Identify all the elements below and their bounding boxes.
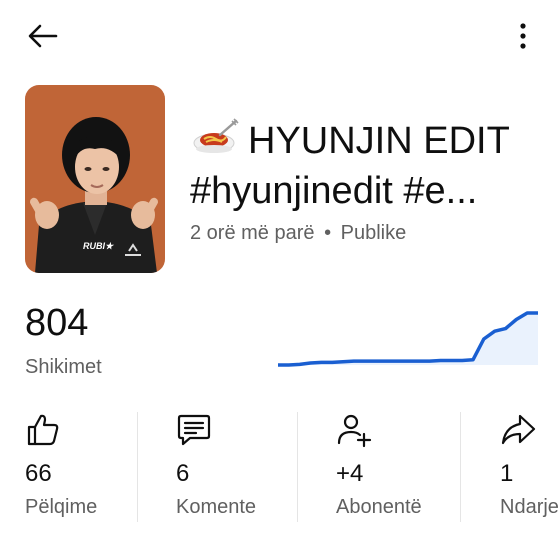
shares-count: 1 (500, 460, 514, 487)
thumbs-up-icon (27, 414, 59, 446)
meta-separator: • (324, 222, 332, 244)
visibility-status: Publike (340, 222, 407, 244)
thumbnail-image: RUBI★ (25, 85, 165, 273)
views-sparkline (278, 311, 538, 367)
stat-comments[interactable]: 6 Komente (176, 400, 336, 530)
subscribers-count: +4 (336, 460, 364, 487)
sparkline-area (278, 313, 538, 365)
views-label: Shikimet (25, 356, 102, 378)
spaghetti-emoji (193, 118, 239, 153)
arrow-left-icon (28, 24, 58, 48)
likes-label: Pëlqime (25, 496, 98, 518)
time-ago: 2 orë më parë (190, 222, 315, 244)
stat-divider (460, 412, 461, 522)
add-person-icon (337, 414, 372, 448)
title-line-2: #hyunjinedit #e... (190, 170, 478, 212)
title-line-1: HYUNJIN EDIT (190, 116, 550, 166)
stats-row: 66 Pëlqime 6 Komente +4 Abonentë 1 Ndarj… (0, 400, 560, 530)
stat-divider (297, 412, 298, 522)
video-meta: 2 orë më parë • Publike (190, 222, 406, 245)
stat-subscribers[interactable]: +4 Abonentë (336, 400, 496, 530)
video-thumbnail[interactable]: RUBI★ (25, 85, 165, 273)
likes-count: 66 (25, 460, 52, 487)
comment-icon (177, 414, 211, 446)
more-vert-icon (520, 23, 526, 49)
title-text-1: HYUNJIN EDIT (248, 120, 510, 162)
stat-divider (137, 412, 138, 522)
back-button[interactable] (22, 18, 62, 58)
jacket-logo-text: RUBI★ (83, 241, 115, 251)
subscribers-label: Abonentë (336, 496, 422, 518)
video-title: HYUNJIN EDIT #hyunjinedit #e... (190, 116, 550, 216)
stat-shares[interactable]: 1 Ndarje (500, 400, 560, 530)
stat-likes[interactable]: 66 Pëlqime (25, 400, 185, 530)
top-bar (0, 0, 560, 72)
views-count: 804 (25, 302, 89, 344)
share-icon (501, 414, 536, 445)
more-options-button[interactable] (506, 18, 540, 58)
comments-label: Komente (176, 496, 257, 518)
shares-label: Ndarje (500, 496, 559, 518)
comments-count: 6 (176, 460, 190, 487)
